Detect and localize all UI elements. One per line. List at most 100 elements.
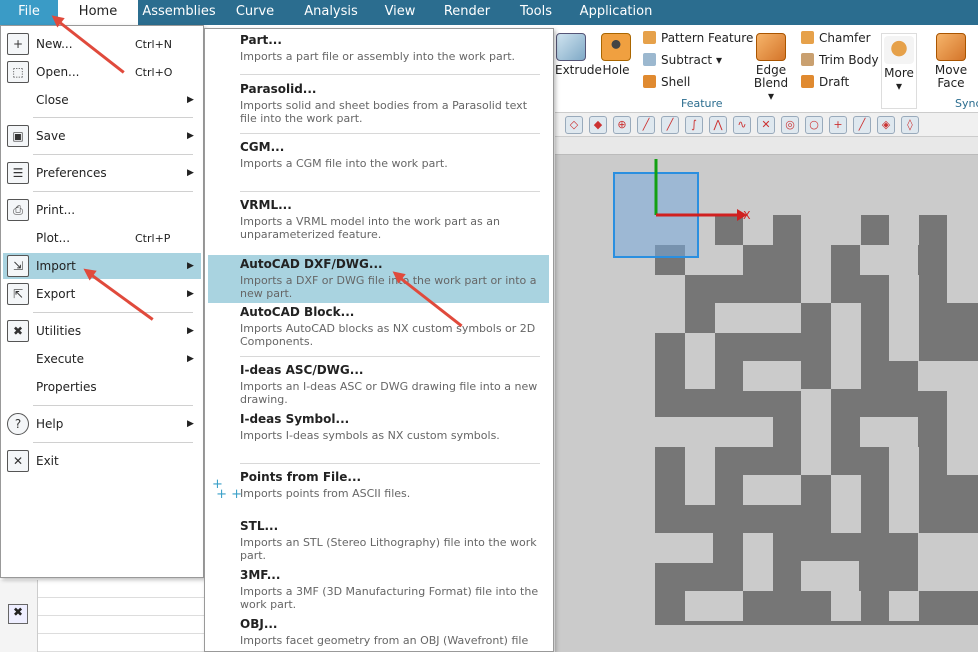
trim-body-button[interactable]: Trim Body — [801, 53, 879, 67]
import-item-title: Points from File... — [240, 470, 362, 484]
submenu-arrow-icon: ▶ — [187, 168, 194, 178]
import-ideas-asc-dwg[interactable]: I-deas ASC/DWG... Imports an I-deas ASC o… — [208, 363, 549, 406]
bounded-icon[interactable]: ◊ — [901, 115, 919, 134]
quadrant-icon[interactable]: ○ — [805, 115, 823, 134]
move-face-button[interactable]: Move Face — [933, 33, 969, 90]
tab-render[interactable]: Render — [428, 0, 506, 25]
snap-icon-1[interactable]: ◇ — [565, 115, 583, 134]
graphics-viewport[interactable]: X — [555, 137, 978, 652]
x-axis-label: X — [743, 209, 751, 222]
center-icon[interactable]: ◎ — [781, 115, 799, 134]
tab-view[interactable]: View — [372, 0, 428, 25]
ribbon: Extrude Hole Pattern Feature Subtract ▾ … — [555, 25, 978, 113]
draft-button[interactable]: Draft — [801, 75, 849, 89]
tab-curve[interactable]: Curve — [220, 0, 290, 25]
face-icon[interactable]: ◈ — [877, 115, 895, 134]
tab-home[interactable]: Home — [58, 0, 138, 25]
menu-item-label: Utilities — [36, 324, 82, 338]
import-item-desc: Imports an I-deas ASC or DWG drawing fil… — [240, 380, 538, 406]
import-item-title: STL... — [240, 519, 279, 533]
polyline-icon[interactable]: ⋀ — [709, 115, 727, 134]
menu-item-properties[interactable]: Properties — [3, 374, 201, 400]
import-item-title: I-deas Symbol... — [240, 412, 350, 426]
point-icon[interactable]: + — [829, 115, 847, 134]
hole-button[interactable]: Hole — [600, 33, 632, 77]
crosshair-icon[interactable]: ⊕ — [613, 115, 631, 134]
pattern-feature-button[interactable]: Pattern Feature — [643, 31, 753, 45]
import-item-desc: Imports an STL (Stereo Lithography) file… — [240, 536, 537, 562]
tools-icon[interactable]: ✖ — [8, 604, 28, 624]
tab-tools[interactable]: Tools — [506, 0, 566, 25]
import-obj[interactable]: OBJ... Imports facet geometry from an OBJ… — [208, 617, 549, 647]
menu-item-save[interactable]: ▣ Save ▶ — [3, 123, 201, 149]
tab-analysis[interactable]: Analysis — [290, 0, 372, 25]
import-item-desc: Imports a 3MF (3D Manufacturing Format) … — [240, 585, 539, 611]
move-face-icon — [936, 33, 966, 61]
more-button[interactable]: More ▾ — [881, 33, 917, 109]
edge-blend-label-2: Blend — [753, 76, 789, 90]
menu-item-open[interactable]: ⬚ Open... Ctrl+O — [3, 59, 201, 85]
import-parasolid[interactable]: Parasolid... Imports solid and sheet bodi… — [208, 82, 549, 125]
save-icon: ▣ — [7, 125, 29, 147]
menu-separator — [33, 405, 193, 406]
menu-item-utilities[interactable]: ✖ Utilities ▶ — [3, 318, 201, 344]
subtract-icon — [643, 53, 656, 66]
draft-label: Draft — [819, 75, 850, 89]
import-cgm[interactable]: CGM... Imports a CGM file into the work p… — [208, 140, 549, 170]
chamfer-label: Chamfer — [819, 31, 871, 45]
menu-item-plot[interactable]: Plot... Ctrl+P — [3, 225, 201, 251]
edge-blend-button[interactable]: Edge Blend ▾ — [753, 33, 789, 103]
more-label: More — [884, 66, 914, 80]
menu-item-execute[interactable]: Execute ▶ — [3, 346, 201, 372]
model-view: X — [613, 159, 978, 625]
import-3mf[interactable]: 3MF... Imports a 3MF (3D Manufacturing Fo… — [208, 568, 549, 611]
menu-item-print[interactable]: ⎙ Print... — [3, 197, 201, 223]
tab-assemblies[interactable]: Assemblies — [138, 0, 220, 25]
export-icon: ⇱ — [7, 283, 29, 305]
shell-button[interactable]: Shell — [643, 75, 690, 89]
menu-item-preferences[interactable]: ☰ Preferences ▶ — [3, 160, 201, 186]
intersection-icon[interactable]: ✕ — [757, 115, 775, 134]
import-autocad-dxf-dwg[interactable]: AutoCAD DXF/DWG... Imports a DXF or DWG f… — [208, 255, 549, 303]
snap-icon-2[interactable]: ◆ — [589, 115, 607, 134]
menu-item-help[interactable]: ? Help ▶ — [3, 411, 201, 437]
menu-separator — [33, 442, 193, 443]
sync-group-label: Sync — [955, 97, 978, 110]
line-icon[interactable]: ╱ — [637, 115, 655, 134]
submenu-arrow-icon: ▶ — [187, 95, 194, 105]
menu-item-exit[interactable]: ✕ Exit — [3, 448, 201, 474]
submenu-arrow-icon: ▶ — [187, 289, 194, 299]
import-autocad-block[interactable]: AutoCAD Block... Imports AutoCAD blocks a… — [208, 305, 549, 348]
move-face-label: Move — [934, 63, 968, 77]
submenu-arrow-icon: ▶ — [187, 419, 194, 429]
tangent-icon[interactable]: ╱ — [853, 115, 871, 134]
blank-icon — [7, 376, 29, 398]
import-stl[interactable]: STL... Imports an STL (Stereo Lithography… — [208, 519, 549, 562]
subtract-button[interactable]: Subtract ▾ — [643, 53, 722, 67]
import-ideas-symbol[interactable]: I-deas Symbol... Imports I-deas symbols a… — [208, 412, 549, 442]
tab-application[interactable]: Application — [566, 0, 666, 25]
import-item-desc: Imports a CGM file into the work part. — [240, 157, 448, 170]
chamfer-icon — [801, 31, 814, 44]
extrude-button[interactable]: Extrude — [555, 33, 602, 77]
menu-item-label: Print... — [36, 203, 76, 217]
spline-icon[interactable]: ∿ — [733, 115, 751, 134]
import-part[interactable]: Part... Imports a part file or assembly i… — [208, 33, 549, 63]
shortcut-label: Ctrl+N — [135, 37, 173, 51]
file-menu: + New... Ctrl+N ⬚ Open... Ctrl+O Close ▶ ▣ Sav… — [0, 25, 204, 578]
curve-icon[interactable]: ∫ — [685, 115, 703, 134]
menu-item-close[interactable]: Close ▶ — [3, 87, 201, 113]
import-points-from-file[interactable]: + + + Points from File... Imports points f… — [208, 470, 549, 501]
import-vrml[interactable]: VRML... Imports a VRML model into the wor… — [208, 198, 549, 241]
import-icon: ⇲ — [7, 255, 29, 277]
submenu-arrow-icon: ▶ — [187, 261, 194, 271]
submenu-arrow-icon: ▶ — [187, 354, 194, 364]
import-item-title: OBJ... — [240, 617, 278, 631]
chamfer-button[interactable]: Chamfer — [801, 31, 871, 45]
preferences-icon: ☰ — [7, 162, 29, 184]
menu-item-label: Help — [36, 417, 64, 431]
menu-item-import[interactable]: ⇲ Import ▶ — [3, 253, 201, 279]
pattern-feature-icon — [643, 31, 656, 44]
line-snap-icon[interactable]: ╱ — [661, 115, 679, 134]
utilities-icon: ✖ — [7, 320, 29, 342]
